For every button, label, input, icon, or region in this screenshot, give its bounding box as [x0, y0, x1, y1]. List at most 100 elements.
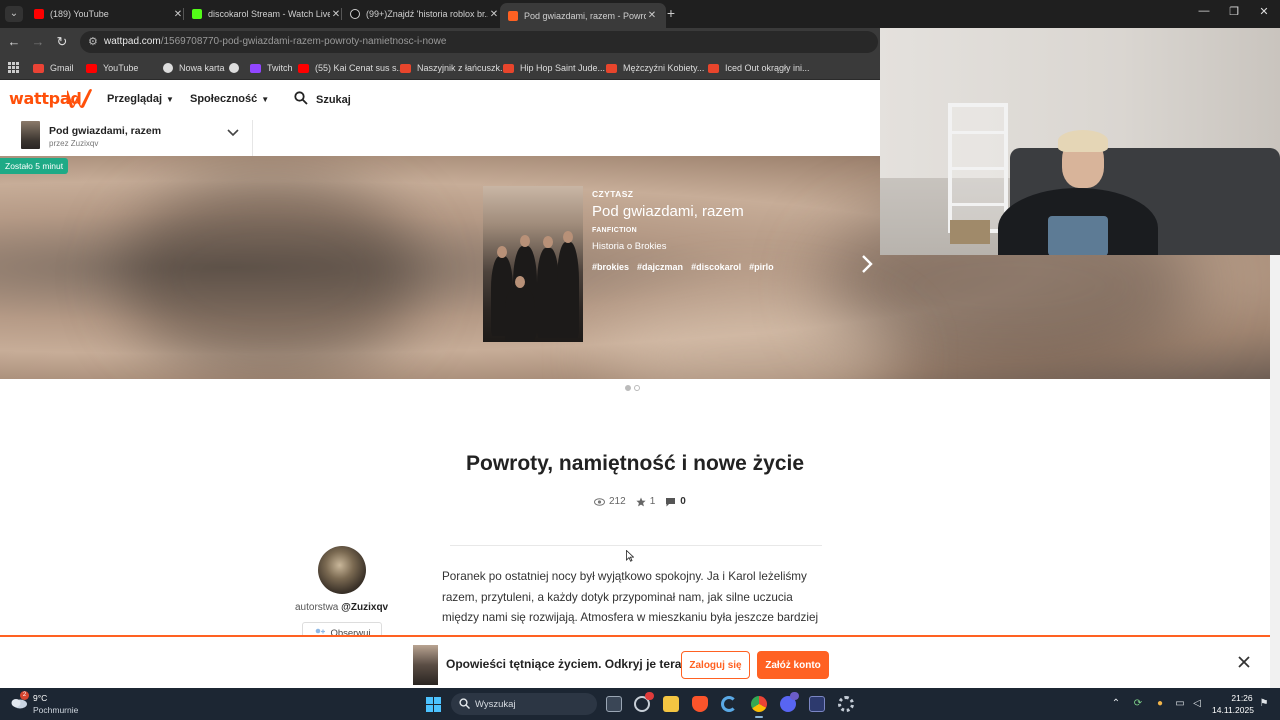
close-icon[interactable]: ✕: [488, 9, 500, 20]
bookmark-iced-out[interactable]: Iced Out okrągły ini...: [708, 61, 810, 75]
twitch-icon: [250, 63, 261, 73]
bookmark-mezczyzni[interactable]: Mężczyźni Kobiety...: [606, 61, 704, 75]
tab-tiktok[interactable]: (99+)Znajdź 'historia roblox br... ✕: [342, 3, 508, 25]
community-menu[interactable]: Społeczność ▼: [190, 93, 269, 105]
network-icon[interactable]: ▭: [1173, 698, 1187, 709]
carousel-dot-active[interactable]: [625, 385, 631, 391]
clock-time[interactable]: 21:26: [1222, 693, 1262, 703]
settings-icon[interactable]: [838, 696, 854, 712]
screen: ⌄ (189) YouTube ✕ discokarol Stream - Wa…: [0, 0, 1280, 720]
tab-title: (99+)Znajdź 'historia roblox br...: [366, 9, 488, 19]
youtube-icon: [34, 9, 44, 19]
volume-icon[interactable]: ◁: [1190, 698, 1204, 709]
forward-icon[interactable]: →: [30, 34, 46, 49]
author-avatar[interactable]: [318, 546, 366, 594]
reading-label: CZYTASZ: [592, 189, 634, 199]
gmail-icon: [33, 63, 44, 73]
microphone-icon[interactable]: ●: [1153, 698, 1167, 709]
login-button[interactable]: Zaloguj się: [681, 651, 750, 679]
chapter-title: Powroty, namiętność i nowe życie: [465, 452, 805, 475]
banner-text: Opowieści tętniące życiem. Odkryj je ter…: [446, 657, 688, 671]
signup-button[interactable]: Załóż konto: [757, 651, 829, 679]
tag-link[interactable]: #discokarol: [691, 262, 741, 272]
address-field[interactable]: ⚙ wattpad.com/1569708770-pod-gwiazdami-r…: [80, 31, 878, 53]
shop-icon: [708, 63, 719, 73]
task-view-icon[interactable]: [606, 696, 622, 712]
tab-title: Pod gwiazdami, razem - Powrot...: [524, 10, 646, 21]
comment-icon: [666, 497, 676, 506]
search-icon: [459, 698, 470, 709]
app-icon[interactable]: [809, 696, 825, 712]
search-button[interactable]: Szukaj: [316, 94, 351, 106]
story-title: Pod gwiazdami, razem: [49, 125, 162, 137]
tag-link[interactable]: #pirlo: [749, 262, 774, 272]
notification-bell-icon[interactable]: ⚑: [1257, 698, 1271, 709]
bookmark-twitch[interactable]: Twitch: [250, 61, 293, 75]
youtube-icon: [298, 63, 309, 73]
bookmark-kai-cenat[interactable]: (55) Kai Cenat sus s...: [298, 61, 404, 75]
bookmark-youtube[interactable]: YouTube: [86, 61, 138, 75]
bookmark-hip-hop[interactable]: Hip Hop Saint Jude...: [503, 61, 605, 75]
search-icon[interactable]: [294, 91, 308, 105]
votes-stat: 1: [636, 496, 655, 507]
shop-icon: [400, 63, 411, 73]
site-header: wattpad Przeglądaj ▼ Społeczność ▼ Szukaj: [0, 80, 880, 120]
restore-icon[interactable]: ❐: [1219, 5, 1249, 18]
reload-icon[interactable]: ↻: [54, 34, 70, 50]
shop-icon: [503, 63, 514, 73]
tab-wattpad[interactable]: Pod gwiazdami, razem - Powrot... ✕: [500, 3, 666, 28]
brave-icon[interactable]: [692, 696, 708, 712]
clock-date[interactable]: 14.11.2025: [1210, 705, 1256, 715]
chevron-right-icon[interactable]: [859, 254, 875, 274]
chevron-down-icon[interactable]: [226, 126, 240, 140]
wattpad-w-icon[interactable]: [67, 88, 93, 108]
close-icon[interactable]: ✕: [646, 10, 658, 21]
address-toolbar: ← → ↻ ⚙ wattpad.com/1569708770-pod-gwiaz…: [0, 28, 880, 56]
minimize-icon[interactable]: —: [1189, 5, 1219, 17]
tab-youtube[interactable]: (189) YouTube ✕: [26, 3, 192, 25]
bookmark-new-tab[interactable]: Nowa karta: [163, 61, 225, 75]
close-icon[interactable]: [1237, 655, 1251, 669]
banner-cover-thumbnail: [413, 645, 438, 685]
story-cover-image[interactable]: [483, 186, 583, 342]
tab-search-icon[interactable]: ⌄: [5, 6, 23, 22]
taskbar-search[interactable]: Wyszukaj: [451, 693, 597, 715]
eye-icon: [594, 497, 605, 506]
star-icon: [636, 497, 646, 506]
browse-menu[interactable]: Przeglądaj ▼: [107, 93, 174, 105]
chrome-icon[interactable]: [751, 696, 767, 712]
ccleaner-icon[interactable]: [721, 696, 737, 712]
tab-kick[interactable]: discokarol Stream - Watch Live ✕: [184, 3, 350, 25]
apps-grid-icon[interactable]: [8, 62, 19, 73]
bookmark-globe[interactable]: [229, 61, 245, 75]
sync-icon[interactable]: ⟳: [1131, 698, 1145, 709]
mouse-cursor-icon: [626, 550, 634, 562]
chapter-body-text: Poranek po ostatniej nocy był wyjątkowo …: [442, 570, 819, 624]
tag-link[interactable]: #brokies: [592, 262, 629, 272]
comments-stat[interactable]: 0: [665, 496, 686, 507]
tag-link[interactable]: #dajczman: [637, 262, 683, 272]
carousel-dot[interactable]: [634, 385, 640, 391]
bookmark-gmail[interactable]: Gmail: [33, 61, 74, 75]
reading-time-badge: Zostało 5 minut: [0, 158, 69, 174]
kick-icon: [192, 9, 202, 19]
new-tab-icon[interactable]: +: [664, 5, 678, 21]
chevron-up-icon[interactable]: ⌃: [1109, 698, 1123, 709]
bookmark-naszyjnik[interactable]: Naszyjnik z łańcuszk...: [400, 61, 508, 75]
author-handle[interactable]: @Zuzixqv: [341, 602, 388, 613]
hero-story-title[interactable]: Pod gwiazdami, razem: [592, 203, 744, 220]
story-selector[interactable]: Pod gwiazdami, razem przez Zuzixqv: [0, 120, 252, 156]
window-close-icon[interactable]: ✕: [1249, 5, 1279, 18]
signup-banner: Opowieści tętniące życiem. Odkryj je ter…: [0, 635, 1270, 688]
back-icon[interactable]: ←: [6, 34, 22, 49]
story-byline: przez Zuzixqv: [49, 139, 99, 148]
tab-title: discokarol Stream - Watch Live: [208, 9, 330, 19]
weather-description[interactable]: Pochmurnie: [33, 705, 78, 715]
caret-down-icon: ▼: [166, 95, 174, 104]
site-info-icon[interactable]: ⚙: [88, 35, 98, 48]
windows-start-icon[interactable]: [426, 697, 441, 712]
weather-temperature[interactable]: 9°C: [33, 693, 47, 703]
file-explorer-icon[interactable]: [663, 696, 679, 712]
tiktok-icon: [350, 9, 360, 19]
webcam-overlay: [880, 28, 1280, 255]
